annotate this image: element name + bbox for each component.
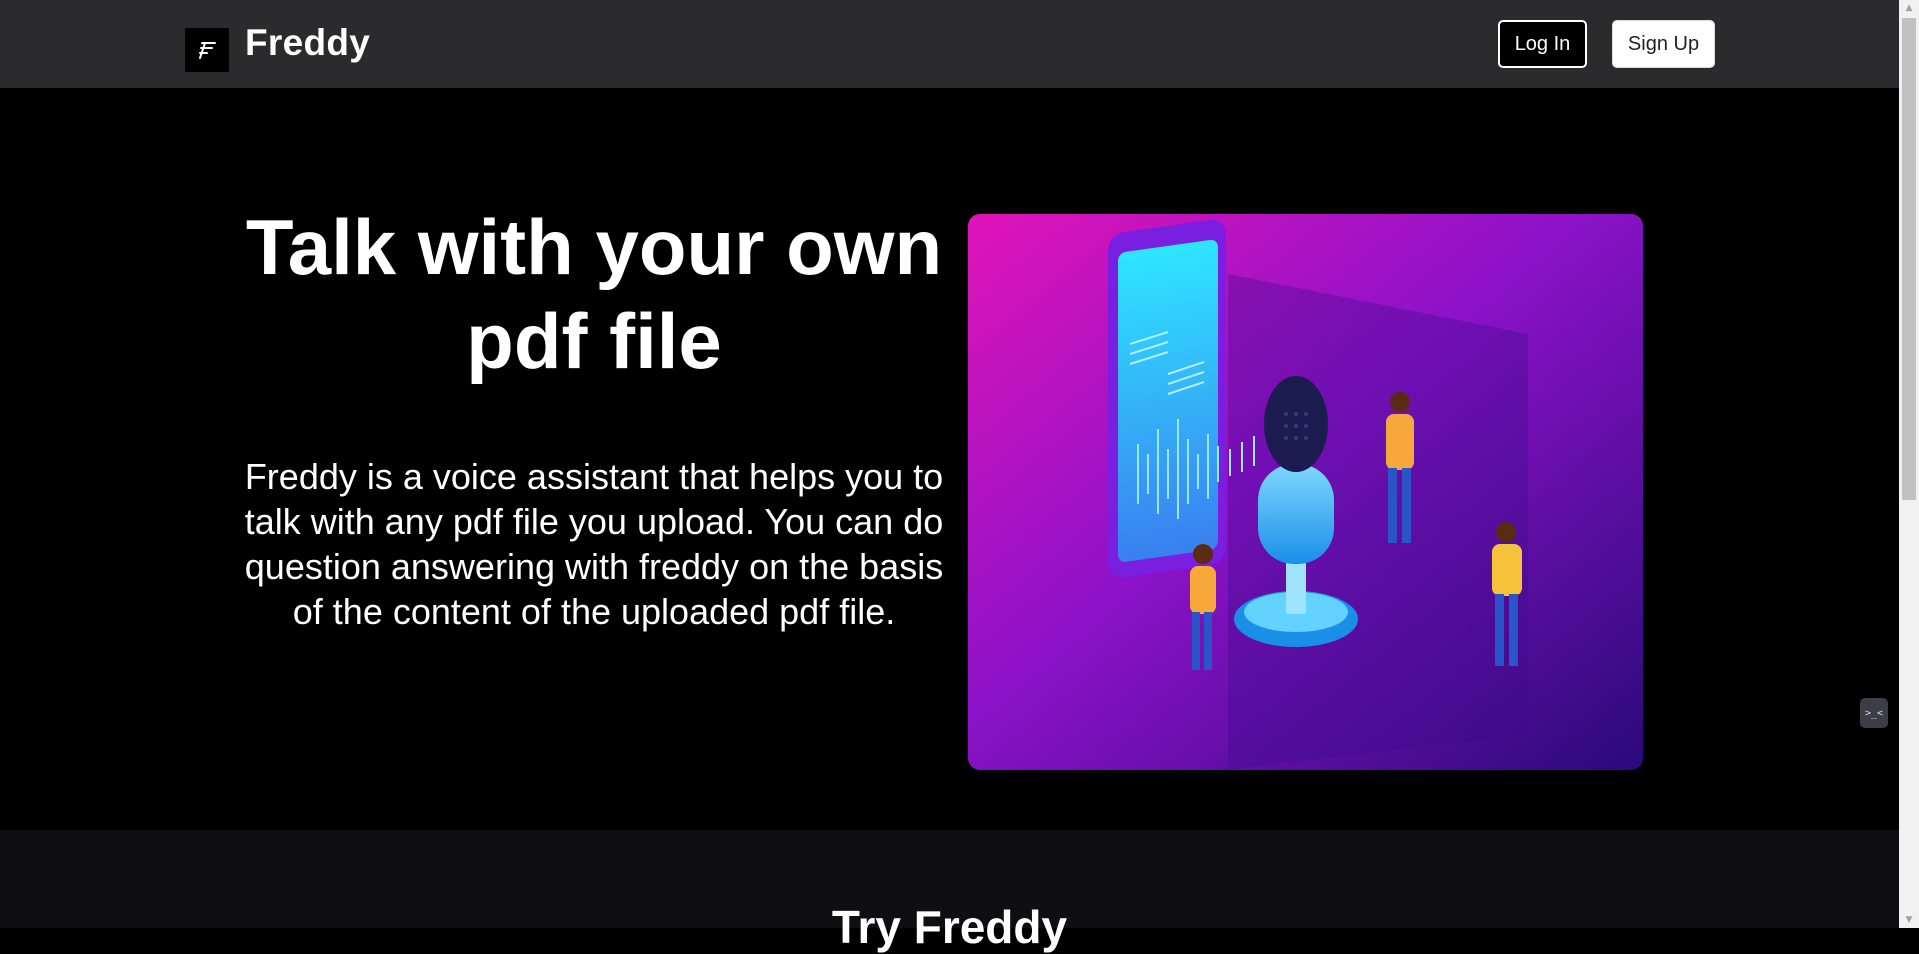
login-button[interactable]: Log In	[1498, 20, 1587, 68]
navbar: Freddy Log In Sign Up	[0, 0, 1899, 88]
voice-assistant-illustration-icon	[968, 214, 1643, 770]
freddy-logo-icon[interactable]	[185, 28, 229, 72]
signup-button[interactable]: Sign Up	[1612, 20, 1715, 68]
brand-name[interactable]: Freddy	[245, 22, 370, 64]
try-freddy-section: Try Freddy	[0, 830, 1899, 953]
scroll-down-icon[interactable]: ▼	[1899, 912, 1919, 928]
assistant-widget-icon[interactable]: >_<	[1860, 698, 1888, 728]
hero-title: Talk with your own pdf file	[245, 203, 943, 385]
section-title: Try Freddy	[831, 901, 1068, 953]
scroll-up-icon[interactable]: ▲	[1899, 0, 1919, 16]
hero-section: Talk with your own pdf file Freddy is a …	[0, 88, 1899, 830]
scrollbar-thumb[interactable]	[1902, 18, 1916, 500]
page-scrollbar[interactable]: ▲ ▼	[1899, 0, 1919, 928]
hero-description: Freddy is a voice assistant that helps y…	[244, 456, 944, 632]
